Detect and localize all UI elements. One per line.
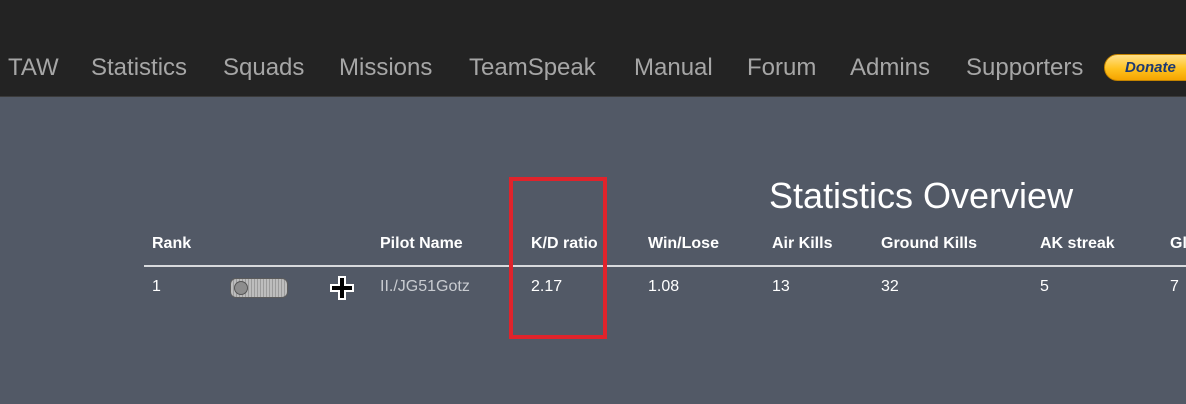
nav-supporters[interactable]: Supporters: [966, 54, 1083, 82]
donate-label: Donate: [1125, 59, 1176, 76]
nav-missions[interactable]: Missions: [339, 54, 432, 82]
table-header-divider: [144, 265, 1186, 267]
header-win-lose[interactable]: Win/Lose: [648, 235, 719, 253]
top-bar: [0, 0, 1186, 40]
header-gk[interactable]: Gl: [1170, 235, 1186, 253]
nav-taw[interactable]: TAW: [8, 54, 59, 82]
cell-ak-streak: 5: [1040, 278, 1049, 295]
header-rank[interactable]: Rank: [152, 235, 191, 253]
cell-rank: 1: [152, 278, 161, 295]
cell-air-kills: 13: [772, 278, 790, 295]
main-nav: TAW Statistics Squads Missions TeamSpeak…: [0, 40, 1186, 97]
cell-win-lose: 1.08: [648, 278, 680, 295]
donate-button[interactable]: Donate: [1104, 54, 1186, 81]
nav-squads[interactable]: Squads: [223, 54, 304, 82]
cell-ground-kills: 32: [881, 278, 899, 295]
nav-manual[interactable]: Manual: [634, 54, 713, 82]
header-ground-kills[interactable]: Ground Kills: [881, 235, 977, 253]
kd-ratio-highlight-box: [509, 177, 607, 339]
cell-gk: 7: [1170, 278, 1179, 295]
page-title: Statistics Overview: [769, 175, 1074, 216]
header-air-kills[interactable]: Air Kills: [772, 235, 832, 253]
header-pilot-name[interactable]: Pilot Name: [380, 235, 463, 253]
nav-admins[interactable]: Admins: [850, 54, 930, 82]
cell-kd-ratio: 2.17: [531, 278, 563, 295]
balkenkreuz-icon: [330, 276, 354, 300]
nav-statistics[interactable]: Statistics: [91, 54, 187, 82]
header-kd-ratio[interactable]: K/D ratio: [531, 235, 598, 253]
nav-forum[interactable]: Forum: [747, 54, 816, 82]
header-ak-streak[interactable]: AK streak: [1040, 235, 1115, 253]
rank-insignia-icon: [230, 278, 288, 298]
nav-teamspeak[interactable]: TeamSpeak: [469, 54, 596, 82]
cell-pilot-name[interactable]: II./JG51Gotz: [380, 278, 470, 296]
